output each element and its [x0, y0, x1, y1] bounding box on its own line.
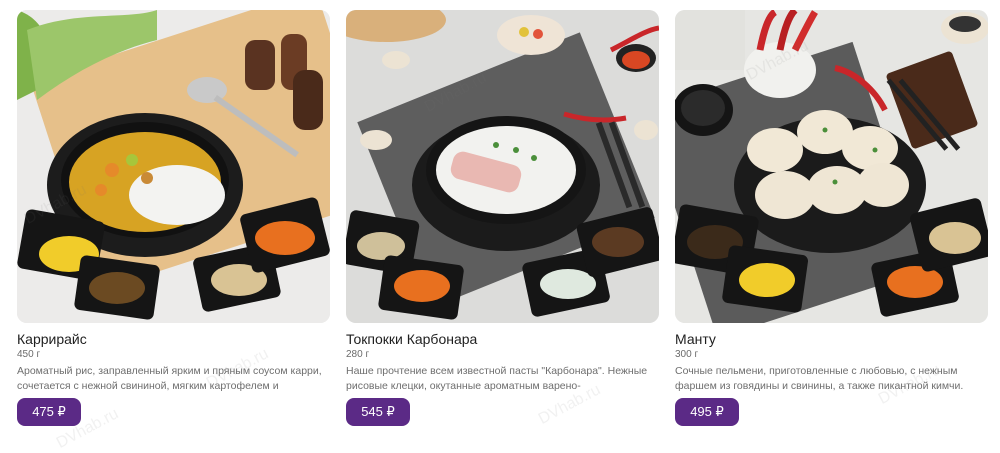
product-photo[interactable] [675, 10, 988, 323]
price-button[interactable]: 475 ₽ [17, 398, 81, 426]
product-weight: 450 г [17, 349, 41, 360]
product-card-curry-rice[interactable]: Каррирайс 450 г Ароматный рис, заправлен… [17, 10, 330, 440]
price-button[interactable]: 545 ₽ [346, 398, 410, 426]
product-description: Наше прочтение всем известной пасты "Кар… [346, 365, 648, 392]
product-name[interactable]: Токпокки Карбонара [346, 330, 659, 348]
product-description: Ароматный рис, заправленный ярким и прян… [17, 365, 322, 392]
product-grid: Каррирайс 450 г Ароматный рис, заправлен… [17, 10, 989, 440]
price-button[interactable]: 495 ₽ [675, 398, 739, 426]
product-name[interactable]: Каррирайс [17, 330, 330, 348]
product-weight: 280 г [346, 349, 370, 360]
product-name[interactable]: Манту [675, 330, 988, 348]
product-description: Сочные пельмени, приготовленные с любовь… [675, 365, 964, 392]
product-photo[interactable] [17, 10, 330, 323]
product-card-tteokbokki-carbonara[interactable]: Токпокки Карбонара 280 г Наше прочтение … [346, 10, 659, 440]
product-card-manty[interactable]: Манту 300 г Сочные пельмени, приготовлен… [675, 10, 988, 440]
product-photo[interactable] [346, 10, 659, 323]
product-weight: 300 г [675, 349, 699, 360]
